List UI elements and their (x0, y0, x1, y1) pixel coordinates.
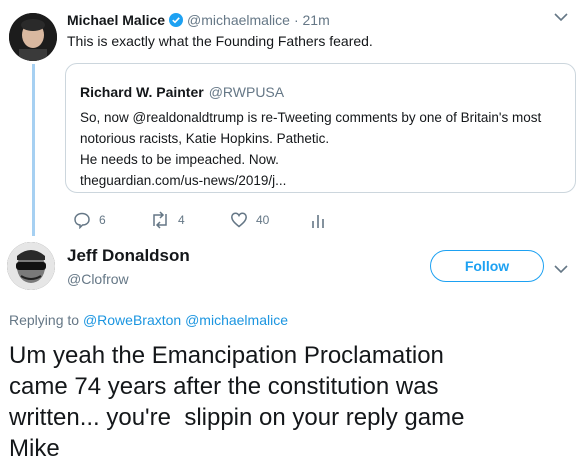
tweet-text: This is exactly what the Founding Father… (67, 33, 373, 49)
tweet-timestamp[interactable]: · 21m (294, 12, 330, 28)
quoted-author-name: Richard W. Painter (80, 84, 204, 100)
follow-button[interactable]: Follow (430, 250, 544, 282)
author-name[interactable]: Jeff Donaldson (67, 246, 190, 266)
reply-count: 6 (99, 213, 106, 227)
reply-text-line: Um yeah the Emancipation Proclamation (9, 342, 444, 369)
quoted-text-line: So, now @realdonaldtrump is re-Tweeting … (80, 110, 542, 125)
reply-text-line: came 74 years after the constitution was (9, 373, 439, 400)
heart-icon (231, 212, 247, 228)
verified-badge-icon (169, 13, 184, 27)
reply-text-line: Mike (9, 435, 60, 462)
analytics-button[interactable] (311, 211, 325, 229)
reply-button[interactable]: 6 (73, 211, 106, 229)
replying-to-label: Replying to (9, 312, 80, 328)
mention-link[interactable]: @RoweBraxton (83, 312, 181, 328)
like-count: 40 (256, 213, 270, 227)
reply-icon (74, 212, 90, 229)
like-button[interactable]: 40 (230, 211, 269, 229)
retweet-count: 4 (178, 213, 185, 227)
quoted-link: theguardian.com/us-news/2019/j... (80, 173, 287, 188)
quoted-author-handle: @RWPUSA (208, 84, 285, 100)
avatar[interactable] (7, 242, 55, 290)
author-handle[interactable]: @Clofrow (67, 271, 129, 287)
author-handle[interactable]: @michaelmalice (187, 12, 290, 28)
quoted-text-line: notorious racists, Katie Hopkins. Pathet… (80, 131, 330, 146)
analytics-icon (312, 215, 324, 228)
thread-connector-line (32, 64, 35, 236)
tweet-menu-chevron-icon[interactable] (553, 10, 569, 22)
tweet-menu-chevron-icon[interactable] (553, 262, 569, 274)
reply-text: Um yeah the Emancipation Proclamation ca… (9, 340, 464, 464)
author-name[interactable]: Michael Malice (67, 12, 165, 28)
avatar[interactable] (9, 13, 57, 61)
quoted-text-line: He needs to be impeached. Now. (80, 152, 279, 167)
retweet-button[interactable]: 4 (150, 211, 185, 229)
retweet-icon (153, 211, 167, 229)
reply-text-line: written... you're slippin on your reply … (9, 404, 465, 431)
mention-link[interactable]: @michaelmalice (185, 312, 288, 328)
